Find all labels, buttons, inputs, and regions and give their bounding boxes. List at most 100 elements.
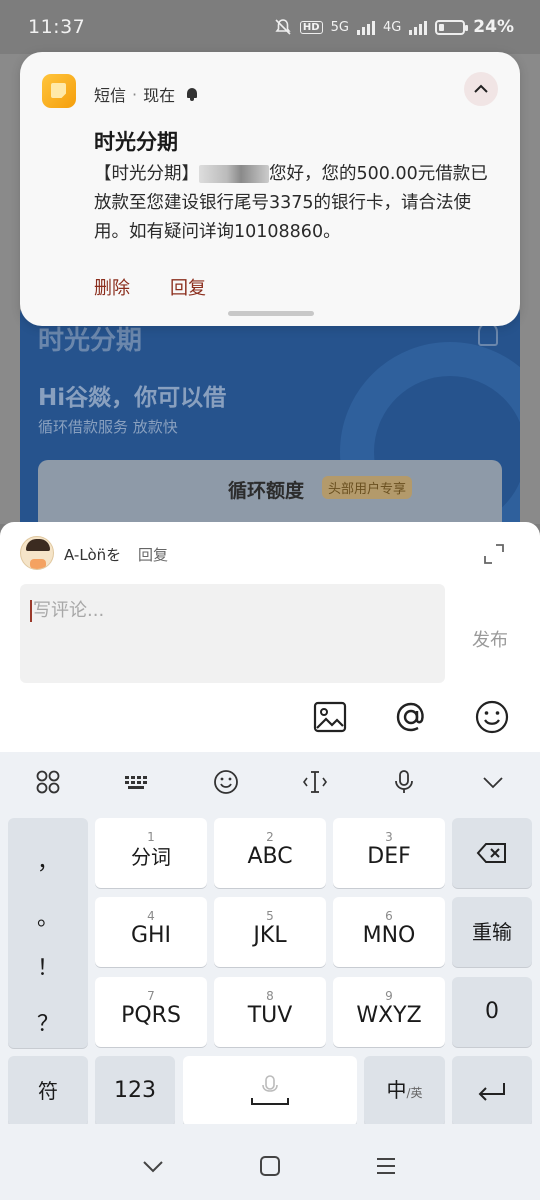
battery-fill	[439, 23, 445, 31]
language-switch-key[interactable]: 中/英	[364, 1056, 445, 1126]
grid-icon[interactable]	[34, 768, 62, 796]
key-number: 7	[147, 989, 155, 1003]
punctuation-key[interactable]: ？	[8, 1006, 88, 1038]
network-4g-label: 4G	[382, 19, 402, 35]
battery-percent: 24%	[473, 17, 514, 37]
punctuation-key[interactable]: ，	[8, 844, 88, 876]
key-label: TUV	[247, 1003, 293, 1028]
key-number: 2	[266, 830, 274, 844]
key-number: 6	[385, 909, 393, 923]
hd-badge: HD	[299, 20, 323, 34]
reply-target-user: A-Lòn̈を	[64, 546, 122, 564]
avatar	[20, 536, 54, 570]
bell-icon	[185, 87, 199, 101]
key-label: JKL	[253, 923, 287, 948]
reply-button[interactable]: 回复	[170, 274, 206, 300]
language-sub-label: /英	[406, 1085, 423, 1100]
key-1[interactable]: 1 分词	[95, 818, 207, 888]
number-mode-key[interactable]: 123	[95, 1056, 175, 1126]
text-caret	[30, 600, 32, 622]
banner-greeting: Hi谷燚，你可以借	[38, 385, 227, 411]
expand-icon[interactable]	[482, 542, 506, 566]
backspace-icon	[476, 843, 506, 863]
emoji-icon[interactable]	[473, 698, 511, 736]
home-icon[interactable]	[258, 1154, 282, 1178]
status-bar: 11:37 HD 5G 4G 24%	[0, 0, 540, 54]
microphone-icon[interactable]	[390, 768, 418, 796]
key-7[interactable]: 7 PQRS	[95, 977, 207, 1047]
language-main-label: 中	[386, 1077, 407, 1102]
comment-panel: A-Lòn̈を 回复 写评论... 发布	[0, 522, 540, 752]
key-label: WXYZ	[356, 1003, 422, 1028]
key-number: 3	[385, 830, 393, 844]
key-number: 8	[266, 989, 274, 1003]
signal-5g-icon	[356, 19, 375, 35]
chevron-down-icon[interactable]	[479, 768, 507, 796]
reinput-button[interactable]: 重输	[452, 897, 532, 967]
key-label: 分词	[131, 845, 171, 869]
notification-time: 现在	[143, 86, 176, 105]
notification-body-prefix: 【时光分期】	[94, 164, 199, 184]
punctuation-column: ， 。 ！ ？	[8, 818, 88, 1048]
key-number: 4	[147, 909, 155, 923]
notification-actions: 删除 回复	[94, 274, 206, 300]
key-4[interactable]: 4 GHI	[95, 897, 207, 967]
notification-app-name: 短信	[94, 86, 127, 105]
language-switch-label: 中/英	[386, 1077, 422, 1106]
credit-card-tag: 头部用户专享	[322, 476, 413, 499]
key-label: GHI	[130, 923, 172, 948]
symbol-key[interactable]: 符	[8, 1056, 88, 1126]
notification-body: 【时光分期】 您好，您的500.00元借款已放款至您建设银行尾号3375的银行卡，…	[94, 160, 504, 247]
enter-icon	[478, 1083, 505, 1101]
notification-header: 短信 · 现在	[94, 82, 199, 106]
key-number: 1	[147, 830, 155, 844]
cursor-icon[interactable]	[301, 768, 329, 796]
key-5[interactable]: 5 JKL	[214, 897, 326, 967]
comment-placeholder: 写评论...	[33, 600, 105, 621]
collapse-button[interactable]	[464, 72, 498, 106]
key-label: MNO	[362, 923, 416, 948]
at-icon[interactable]	[392, 698, 430, 736]
sms-notification[interactable]: 短信 · 现在 时光分期 【时光分期】 您好，您的500.00元借款已放款至您建设…	[20, 52, 520, 326]
image-icon[interactable]	[311, 698, 349, 736]
number-mode-label: 123	[114, 1078, 156, 1103]
key-8[interactable]: 8 TUV	[214, 977, 326, 1047]
backspace-button[interactable]	[452, 818, 532, 888]
messages-app-icon	[42, 74, 76, 108]
key-3[interactable]: 3 DEF	[333, 818, 445, 888]
key-number: 9	[385, 989, 393, 1003]
notification-title: 时光分期	[94, 130, 178, 154]
mute-bell-icon	[275, 19, 291, 35]
symbol-label: 符	[38, 1079, 58, 1103]
notification-separator: ·	[132, 84, 138, 104]
battery-icon	[435, 19, 469, 35]
emoji-icon[interactable]	[212, 768, 240, 796]
network-5g-label: 5G	[330, 19, 349, 35]
key-6[interactable]: 6 MNO	[333, 897, 445, 967]
delete-button[interactable]: 删除	[94, 274, 130, 300]
reply-label: 回复	[138, 546, 169, 564]
publish-button[interactable]: 发布	[472, 626, 508, 652]
status-time: 11:37	[28, 16, 86, 38]
notification-drag-handle[interactable]	[228, 311, 314, 316]
punctuation-key[interactable]: ！	[8, 950, 88, 982]
navigation-bar	[0, 1124, 540, 1200]
punctuation-key[interactable]: 。	[8, 900, 88, 932]
keyboard-icon[interactable]	[123, 768, 151, 796]
recents-icon[interactable]	[374, 1154, 398, 1178]
zero-key[interactable]: 0	[452, 977, 532, 1047]
back-icon[interactable]	[141, 1154, 165, 1178]
chevron-up-icon	[474, 84, 488, 93]
redacted-name	[199, 165, 269, 183]
space-key[interactable]	[183, 1056, 357, 1126]
signal-4g-icon	[409, 19, 428, 35]
key-label: PQRS	[121, 1003, 181, 1028]
reinput-label: 重输	[472, 920, 512, 944]
comment-input[interactable]: 写评论...	[20, 584, 445, 683]
status-icons: HD 5G 4G 24%	[274, 17, 514, 37]
key-label: ABC	[247, 844, 293, 869]
key-2[interactable]: 2 ABC	[214, 818, 326, 888]
enter-key[interactable]	[452, 1056, 532, 1126]
key-9[interactable]: 9 WXYZ	[333, 977, 445, 1047]
key-label: DEF	[367, 844, 411, 869]
